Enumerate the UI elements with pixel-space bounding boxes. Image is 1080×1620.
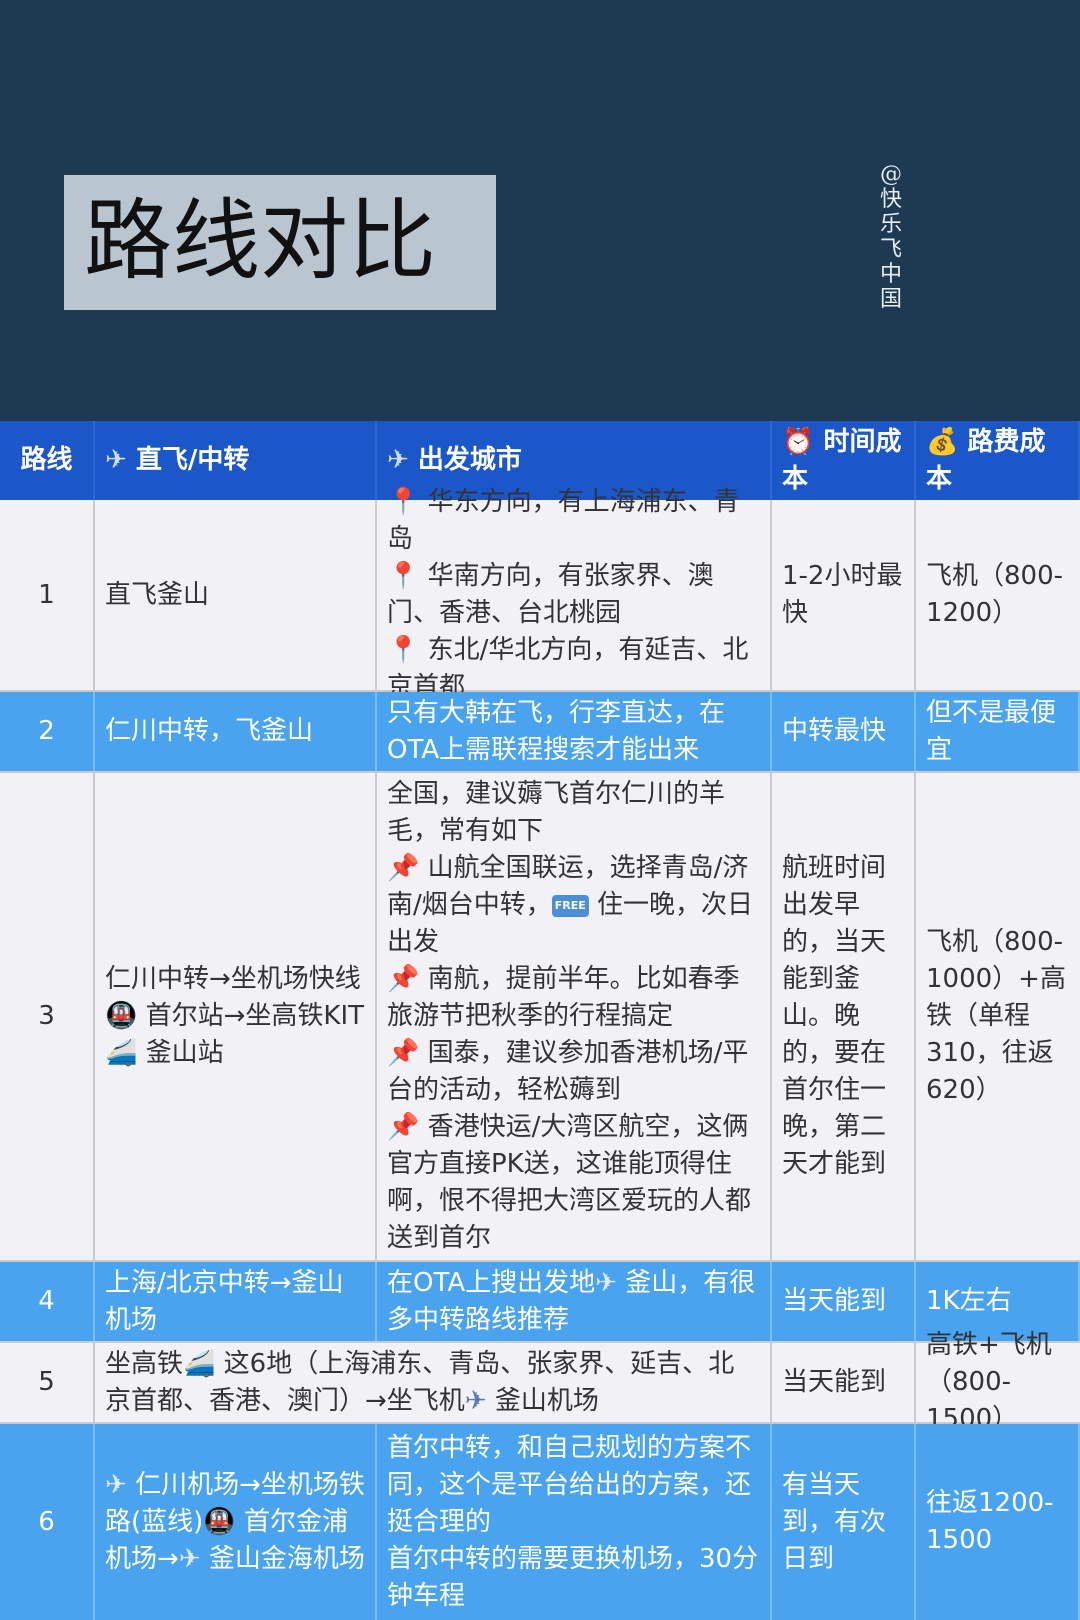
cell-time: 1-2小时最快	[772, 500, 916, 690]
plane-icon: ✈	[105, 1469, 127, 1500]
table-row: 1 直飞釜山 📍 华东方向，有上海浦东、青岛 📍 华南方向，有张家界、澳门、香港…	[0, 487, 1080, 702]
cell-cost: 飞机（800-1000）+高铁（单程310，往返620）	[926, 927, 1066, 1105]
cell-route: ✈ 仁川机场→坐机场铁路(蓝线)🚇 首尔金浦机场→✈ 釜山金海机场	[95, 1424, 377, 1620]
cell-route: 仁川中转→坐机场快线 🚇 首尔站→坐高铁KIT 🚄 釜山站	[95, 773, 377, 1260]
watermark: @ 快乐飞中国	[876, 162, 906, 312]
hero-banner: 路线对比 @ 快乐飞中国	[0, 0, 1080, 421]
high-speed-train-icon: 🚄	[105, 1038, 138, 1068]
plane-icon: ✈	[178, 1543, 201, 1574]
cell-route-id: 2	[0, 692, 95, 771]
cell-cost: 但不是最便宜	[916, 692, 1080, 771]
cell-time: 有当天到，有次日到	[772, 1424, 916, 1620]
pin-icon: 📍	[387, 561, 420, 591]
watermark-char: 快	[879, 187, 902, 212]
cell-cost: 飞机（800-1200）	[926, 561, 1064, 628]
cell-route: 直飞釜山	[95, 500, 377, 690]
cell-route-id: 3	[0, 773, 95, 1260]
cell-cities: 📍 华东方向，有上海浦东、青岛 📍 华南方向，有张家界、澳门、香港、台北桃园 📍…	[377, 487, 772, 702]
header-time: ⏰ 时间成本	[772, 421, 916, 500]
table-row: 6 ✈ 仁川机场→坐机场铁路(蓝线)🚇 首尔金浦机场→✈ 釜山金海机场 首尔中转…	[0, 1424, 1080, 1620]
pushpin-icon: 📌	[387, 853, 420, 883]
money-bag-icon: 💰	[926, 426, 959, 457]
page-title: 路线对比	[84, 189, 437, 292]
cell-cities: 全国，建议薅飞首尔仁川的羊毛，常有如下 📌 山航全国联运，选择青岛/济南/烟台中…	[377, 773, 772, 1260]
cell-route: 上海/北京中转→釜山机场	[95, 1262, 377, 1341]
header-cost: 💰 路费成本	[916, 421, 1080, 500]
free-icon: FREE	[551, 894, 589, 917]
plane-icon: ✈	[387, 445, 409, 475]
cell-time: 当天能到	[772, 1262, 916, 1341]
pushpin-icon: 📌	[387, 1038, 420, 1068]
cell-route: 仁川中转，飞釜山	[95, 692, 377, 771]
pin-icon: 📍	[387, 635, 420, 665]
watermark-char: @	[880, 162, 902, 187]
alarm-clock-icon: ⏰	[782, 426, 815, 457]
metro-icon: 🚇	[203, 1506, 236, 1537]
watermark-char: 中	[879, 262, 902, 287]
plane-icon: ✈	[595, 1267, 617, 1298]
cell-route-id: 1	[0, 500, 95, 690]
cell-time: 中转最快	[772, 692, 916, 771]
high-speed-train-icon: 🚄	[183, 1348, 216, 1379]
watermark-char: 飞	[879, 237, 902, 262]
cell-cost: 往返1200-1500	[916, 1424, 1080, 1620]
cell-route-merged: 坐高铁🚄 这6地（上海浦东、青岛、张家界、延吉、北京首都、香港、澳门）→坐飞机✈…	[95, 1343, 772, 1422]
table-row: 4 上海/北京中转→釜山机场 在OTA上搜出发地✈ 釜山，有很多中转路线推荐 当…	[0, 1262, 1080, 1343]
cell-time: 当天能到	[772, 1343, 916, 1422]
table-row: 3 仁川中转→坐机场快线 🚇 首尔站→坐高铁KIT 🚄 釜山站 全国，建议薅飞首…	[0, 773, 1080, 1262]
watermark-char: 乐	[879, 212, 902, 237]
plane-icon: ✈	[105, 445, 127, 475]
cell-cities: 首尔中转，和自己规划的方案不同，这个是平台给出的方案，还挺合理的 首尔中转的需要…	[377, 1424, 772, 1620]
watermark-char: 国	[879, 287, 902, 312]
metro-icon: 🚇	[105, 1001, 138, 1031]
cell-route-id: 6	[0, 1424, 95, 1620]
route-comparison-table: 路线 ✈ 直飞/中转 ✈ 出发城市 ⏰ 时间成本 💰 路费成本 1 直飞釜山 📍…	[0, 421, 1080, 1620]
header-type: ✈ 直飞/中转	[95, 421, 377, 500]
plane-icon: ✈	[464, 1385, 487, 1416]
pushpin-icon: 📌	[387, 1112, 420, 1142]
cell-route-id: 5	[0, 1343, 95, 1422]
table-row: 2 仁川中转，飞釜山 只有大韩在飞，行李直达，在OTA上需联程搜索才能出来 中转…	[0, 692, 1080, 773]
cell-time: 航班时间出发早的，当天能到釜山。晚的，要在首尔住一晚，第二天才能到	[772, 773, 916, 1260]
cell-route-id: 4	[0, 1262, 95, 1341]
cell-cost: 高铁+飞机（800-1500）	[926, 1330, 1052, 1434]
cell-cities: 只有大韩在飞，行李直达，在OTA上需联程搜索才能出来	[377, 692, 772, 771]
pushpin-icon: 📌	[387, 964, 420, 994]
table-row: 5 坐高铁🚄 这6地（上海浦东、青岛、张家界、延吉、北京首都、香港、澳门）→坐飞…	[0, 1330, 1080, 1434]
cell-cities: 在OTA上搜出发地✈ 釜山，有很多中转路线推荐	[377, 1262, 772, 1341]
header-route: 路线	[0, 421, 95, 500]
pin-icon: 📍	[387, 487, 420, 517]
